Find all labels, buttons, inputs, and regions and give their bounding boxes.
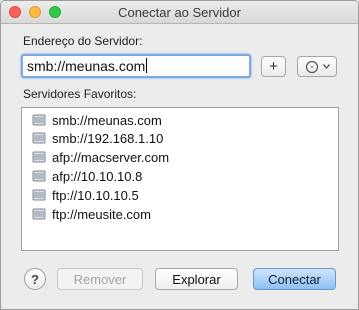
server-icon: [32, 169, 46, 183]
title-bar: Conectar ao Servidor: [1, 1, 358, 24]
browse-button[interactable]: Explorar: [155, 268, 238, 290]
server-icon: [32, 150, 46, 164]
favorite-server-item[interactable]: smb://192.168.1.10: [32, 129, 163, 147]
favorite-server-label: afp://10.10.10.8: [52, 168, 143, 184]
server-icon: [32, 188, 46, 202]
connect-to-server-window: Conectar ao Servidor Endereço do Servido…: [0, 0, 359, 310]
connect-button[interactable]: Conectar: [253, 268, 336, 290]
server-address-label: Endereço do Servidor:: [23, 34, 143, 48]
favorite-server-label: ftp://meusite.com: [52, 206, 151, 222]
clock-icon: [305, 60, 319, 74]
server-address-value: smb://meunas.com: [27, 58, 146, 74]
favorite-server-item[interactable]: afp://10.10.10.8: [32, 167, 142, 185]
server-icon: [32, 131, 46, 145]
favorite-servers-list[interactable]: smb://meunas.com smb://192.168.1.10 afp:…: [21, 107, 339, 251]
favorite-server-label: ftp://10.10.10.5: [52, 187, 139, 203]
help-button[interactable]: ?: [24, 268, 46, 290]
chevron-down-icon: [322, 64, 330, 69]
remove-button[interactable]: Remover: [57, 268, 143, 290]
favorite-server-label: smb://192.168.1.10: [52, 130, 164, 146]
favorite-server-label: smb://meunas.com: [52, 112, 162, 128]
recent-servers-button[interactable]: [297, 56, 337, 77]
favorite-server-label: afp://macserver.com: [52, 149, 170, 165]
add-favorite-button[interactable]: +: [261, 56, 286, 77]
favorite-server-item[interactable]: smb://meunas.com: [32, 111, 162, 129]
favorite-server-item[interactable]: ftp://10.10.10.5: [32, 186, 139, 204]
text-caret: [146, 58, 148, 73]
favorite-server-item[interactable]: ftp://meusite.com: [32, 205, 151, 223]
server-icon: [32, 207, 46, 221]
window-title: Conectar ao Servidor: [118, 5, 241, 20]
favorite-server-item[interactable]: afp://macserver.com: [32, 148, 169, 166]
help-icon: ?: [31, 271, 39, 287]
server-icon: [32, 113, 46, 127]
server-address-input[interactable]: smb://meunas.com: [21, 54, 251, 78]
favorite-servers-label: Servidores Favoritos:: [23, 87, 137, 101]
plus-icon: +: [269, 58, 278, 75]
